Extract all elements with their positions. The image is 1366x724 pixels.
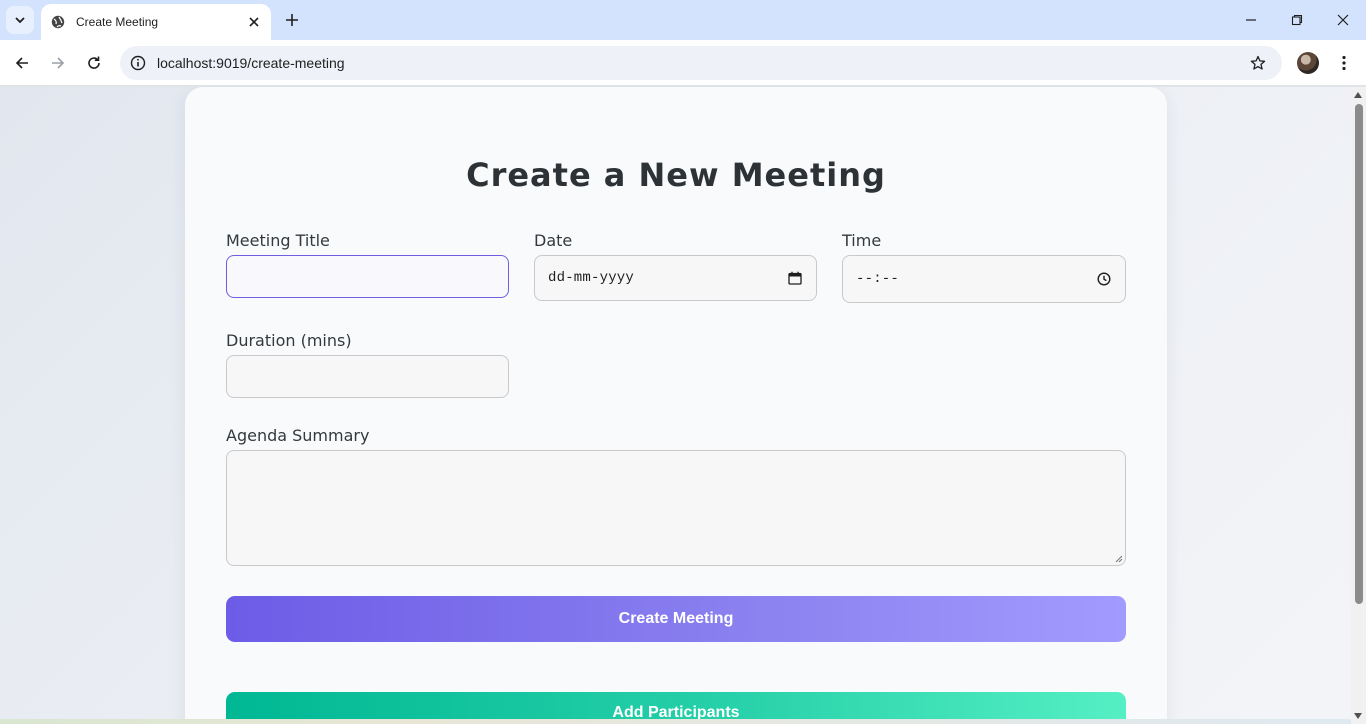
create-meeting-card: Create a New Meeting Meeting Title Date … xyxy=(185,87,1167,724)
scroll-thumb[interactable] xyxy=(1355,104,1363,604)
restore-icon xyxy=(1291,14,1303,26)
meeting-title-label: Meeting Title xyxy=(226,231,330,250)
tab-title: Create Meeting xyxy=(76,15,159,29)
create-meeting-button[interactable]: Create Meeting xyxy=(226,596,1126,642)
browser-toolbar: localhost:9019/create-meeting xyxy=(0,40,1366,86)
window-close-button[interactable] xyxy=(1320,0,1366,40)
globe-icon xyxy=(51,15,65,29)
reload-icon xyxy=(88,56,100,69)
duration-label: Duration (mins) xyxy=(226,331,352,350)
agenda-textarea[interactable] xyxy=(226,450,1126,566)
time-placeholder: --:-- xyxy=(856,271,900,287)
url-text: localhost:9019/create-meeting xyxy=(157,55,1243,71)
page-scrollbar[interactable] xyxy=(1351,87,1366,724)
create-meeting-button-label: Create Meeting xyxy=(618,610,734,627)
date-placeholder: dd-mm-yyyy xyxy=(548,270,635,286)
time-label: Time xyxy=(842,231,882,250)
arrow-left-icon xyxy=(15,57,28,69)
taskbar-edge xyxy=(0,719,1351,724)
resize-grip-icon[interactable] xyxy=(1115,555,1123,563)
close-icon[interactable] xyxy=(245,13,263,31)
avatar[interactable] xyxy=(1297,52,1319,74)
back-button[interactable] xyxy=(8,49,36,77)
forward-button[interactable] xyxy=(44,49,72,77)
browser-tab-strip: Create Meeting xyxy=(0,0,1366,40)
restore-button[interactable] xyxy=(1274,0,1320,40)
date-label: Date xyxy=(534,231,573,250)
address-bar[interactable]: localhost:9019/create-meeting xyxy=(120,46,1282,80)
plus-icon[interactable] xyxy=(282,10,302,30)
page-viewport: Create a New Meeting Meeting Title Date … xyxy=(0,87,1351,724)
more-vertical-icon[interactable] xyxy=(1330,49,1358,77)
calendar-icon[interactable] xyxy=(787,270,803,286)
chevron-down-icon xyxy=(15,17,25,24)
arrow-right-icon xyxy=(52,57,65,69)
url-path: :9019/create-meeting xyxy=(212,55,345,71)
close-icon xyxy=(1337,14,1349,26)
minimize-icon xyxy=(1246,19,1256,21)
agenda-label: Agenda Summary xyxy=(226,426,370,445)
scroll-up-arrow-icon[interactable] xyxy=(1354,92,1362,98)
clock-icon[interactable] xyxy=(1096,271,1112,287)
scroll-down-arrow-icon[interactable] xyxy=(1354,713,1362,719)
page-title: Create a New Meeting xyxy=(466,156,886,194)
star-icon[interactable] xyxy=(1243,48,1273,78)
tab-list-button[interactable] xyxy=(6,6,34,34)
meeting-title-input[interactable] xyxy=(226,255,509,298)
duration-input[interactable] xyxy=(226,355,509,398)
time-input[interactable]: --:-- xyxy=(842,255,1126,303)
browser-tab-active[interactable]: Create Meeting xyxy=(41,4,271,40)
url-host: localhost xyxy=(157,55,213,71)
minimize-button[interactable] xyxy=(1228,0,1274,40)
info-icon[interactable] xyxy=(121,46,155,80)
date-input[interactable]: dd-mm-yyyy xyxy=(534,255,817,301)
reload-button[interactable] xyxy=(80,49,108,77)
